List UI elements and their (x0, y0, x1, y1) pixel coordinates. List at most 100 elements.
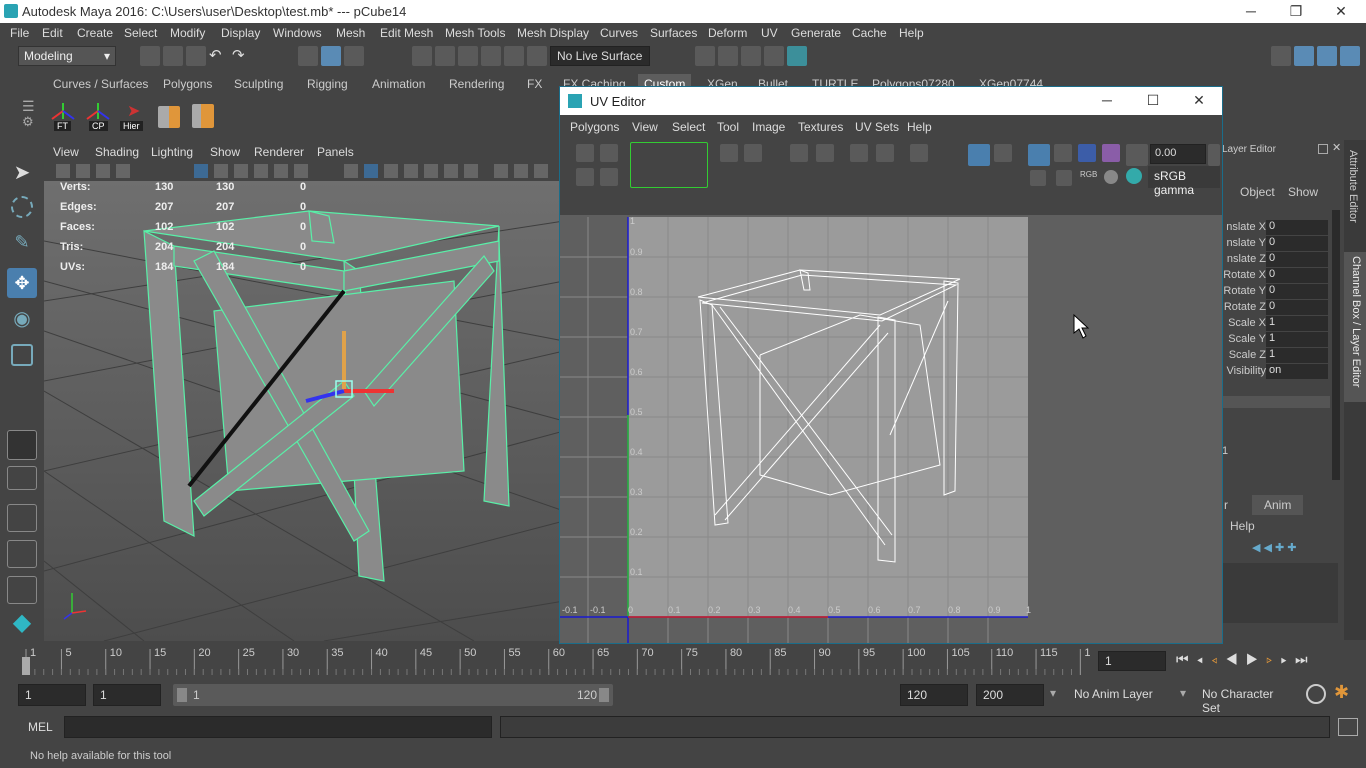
tab-fx[interactable]: FX (527, 77, 542, 91)
snap-curve-icon[interactable] (435, 46, 455, 66)
wireframe-on-shaded-icon[interactable] (384, 164, 398, 178)
lights-icon[interactable] (424, 164, 438, 178)
snap-grid-icon[interactable] (412, 46, 432, 66)
script-editor-icon[interactable] (1338, 718, 1358, 736)
channel-value[interactable]: 1 (1266, 348, 1328, 363)
layer-buttons-icon[interactable]: ◀ ◀ ✚ ✚ (1252, 541, 1297, 554)
channel-box-icon[interactable] (1340, 46, 1360, 66)
uv-checker-icon[interactable] (1030, 170, 1046, 186)
channel-value[interactable]: 0 (1266, 300, 1328, 315)
tab-animation[interactable]: Animation (372, 77, 425, 91)
menu-modify[interactable]: Modify (170, 26, 205, 40)
uv-alpha-icon[interactable] (1104, 170, 1118, 184)
new-scene-icon[interactable] (140, 46, 160, 66)
live-surface-field[interactable]: No Live Surface (550, 46, 650, 66)
uv-menu-tool[interactable]: Tool (717, 120, 739, 134)
current-frame-field[interactable]: 1 (1098, 651, 1166, 671)
uv-gamma-dropdown[interactable]: sRGB gamma (1148, 166, 1220, 197)
gate-mask-icon[interactable] (254, 164, 268, 178)
time-ruler[interactable]: 1 5 10 15 20 25 30 35 40 45 50 55 60 65 70 75 80 85 90 95 10… (20, 645, 1090, 679)
uv-distortion-icon[interactable] (1102, 144, 1120, 162)
snap-view-plane-icon[interactable] (481, 46, 501, 66)
layer-menu-help[interactable]: Help (1230, 519, 1255, 533)
uv-snap-icon[interactable] (1054, 144, 1072, 162)
channel-value[interactable]: 1 (1266, 332, 1328, 347)
channel-value[interactable]: 0 (1266, 220, 1328, 235)
uv-align-right-icon[interactable] (876, 144, 894, 162)
uv-display-image-icon[interactable] (968, 144, 990, 166)
single-perspective-layout-icon[interactable] (7, 430, 37, 460)
channel-row[interactable]: Rotate X0 (1222, 268, 1330, 284)
uv-align-left-icon[interactable] (850, 144, 868, 162)
perspective-viewport[interactable]: Verts: 130 130 0 Edges: 207 207 0 Faces: 102 102… (44, 181, 564, 641)
select-object-icon[interactable] (321, 46, 341, 66)
menu-curves[interactable]: Curves (600, 26, 638, 40)
uv-texture-tile-icon[interactable] (1056, 170, 1072, 186)
uv-close-button[interactable]: ✕ (1176, 89, 1222, 112)
shelf-gear-icon[interactable]: ⚙ (22, 114, 34, 130)
uv-tweak-icon[interactable] (600, 144, 618, 162)
layer-list[interactable] (1222, 563, 1338, 623)
bookmark-icon[interactable] (96, 164, 110, 178)
menu-cache[interactable]: Cache (852, 26, 887, 40)
camera-attrs-icon[interactable] (76, 164, 90, 178)
step-back-frame-icon[interactable]: ◃ (1211, 651, 1225, 667)
channel-row[interactable]: Scale Z1 (1222, 348, 1330, 364)
render-frame-icon[interactable] (695, 46, 715, 66)
uv-menu-polygons[interactable]: Polygons (570, 120, 619, 134)
paint-select-icon[interactable]: ✎ (7, 232, 37, 262)
persp-hypershade-layout-icon[interactable] (7, 576, 37, 604)
menu-edit-mesh[interactable]: Edit Mesh (380, 26, 433, 40)
channel-row[interactable]: Rotate Z0 (1222, 300, 1330, 316)
uv-cut-icon[interactable] (790, 144, 808, 162)
cb-menu-object[interactable]: Object (1240, 185, 1275, 199)
tab-sculpting[interactable]: Sculpting (234, 77, 283, 91)
make-live-icon[interactable] (504, 46, 524, 66)
tab-polygons[interactable]: Polygons (163, 77, 212, 91)
render-settings-icon[interactable] (764, 46, 784, 66)
tool-settings-icon[interactable] (1317, 46, 1337, 66)
layer-tab-anim[interactable]: Anim (1252, 495, 1304, 515)
redo-icon[interactable]: ↷ (232, 46, 252, 66)
animation-end-field[interactable]: 200 (976, 684, 1044, 706)
lasso-tool-icon[interactable] (11, 196, 33, 218)
float-panel-icon[interactable] (1318, 144, 1328, 154)
vp-menu-renderer[interactable]: Renderer (254, 145, 304, 159)
mel-label[interactable]: MEL (28, 720, 53, 734)
hypershade-icon[interactable] (787, 46, 807, 66)
uv-rotate-cw-icon[interactable] (744, 144, 762, 162)
range-slider[interactable]: 1 120 (173, 684, 613, 706)
grid-icon[interactable] (194, 164, 208, 178)
current-frame-marker[interactable] (22, 657, 30, 675)
vp-menu-lighting[interactable]: Lighting (151, 145, 193, 159)
shelf-button-cp[interactable]: CP (85, 99, 111, 135)
channel-value[interactable]: 1 (1266, 316, 1328, 331)
range-start-handle[interactable] (177, 688, 187, 702)
close-panel-icon[interactable]: ✕ (1332, 141, 1341, 154)
menu-help[interactable]: Help (899, 26, 924, 40)
render-sequence-icon[interactable] (718, 46, 738, 66)
channel-value[interactable]: 0 (1266, 284, 1328, 299)
menu-deform[interactable]: Deform (708, 26, 747, 40)
uv-menu-textures[interactable]: Textures (798, 120, 843, 134)
menu-mesh[interactable]: Mesh (336, 26, 365, 40)
image-plane-icon[interactable] (116, 164, 130, 178)
uv-menu-view[interactable]: View (632, 120, 658, 134)
cb-menu-show[interactable]: Show (1288, 185, 1318, 199)
uv-dim-image-icon[interactable] (994, 144, 1012, 162)
xray-joints-icon[interactable] (534, 164, 548, 178)
uv-exposure-toggle-icon[interactable] (1126, 144, 1148, 166)
save-scene-icon[interactable] (186, 46, 206, 66)
channel-value[interactable]: 0 (1266, 252, 1328, 267)
uv-rgb-icon[interactable]: RGB (1080, 170, 1097, 179)
undo-icon[interactable]: ↶ (209, 46, 229, 66)
attribute-editor-icon[interactable] (1294, 46, 1314, 66)
menu-uv[interactable]: UV (761, 26, 778, 40)
minimize-button[interactable]: ─ (1228, 0, 1274, 23)
vp-menu-show[interactable]: Show (210, 145, 240, 159)
uv-gamma-toggle-icon[interactable] (1208, 144, 1220, 166)
playback-end-field[interactable]: 120 (900, 684, 968, 706)
uv-maximize-button[interactable]: ☐ (1130, 89, 1176, 112)
shelf-button-hier[interactable]: ➤ Hier (118, 99, 148, 135)
channel-row[interactable]: nslate Y0 (1222, 236, 1330, 252)
